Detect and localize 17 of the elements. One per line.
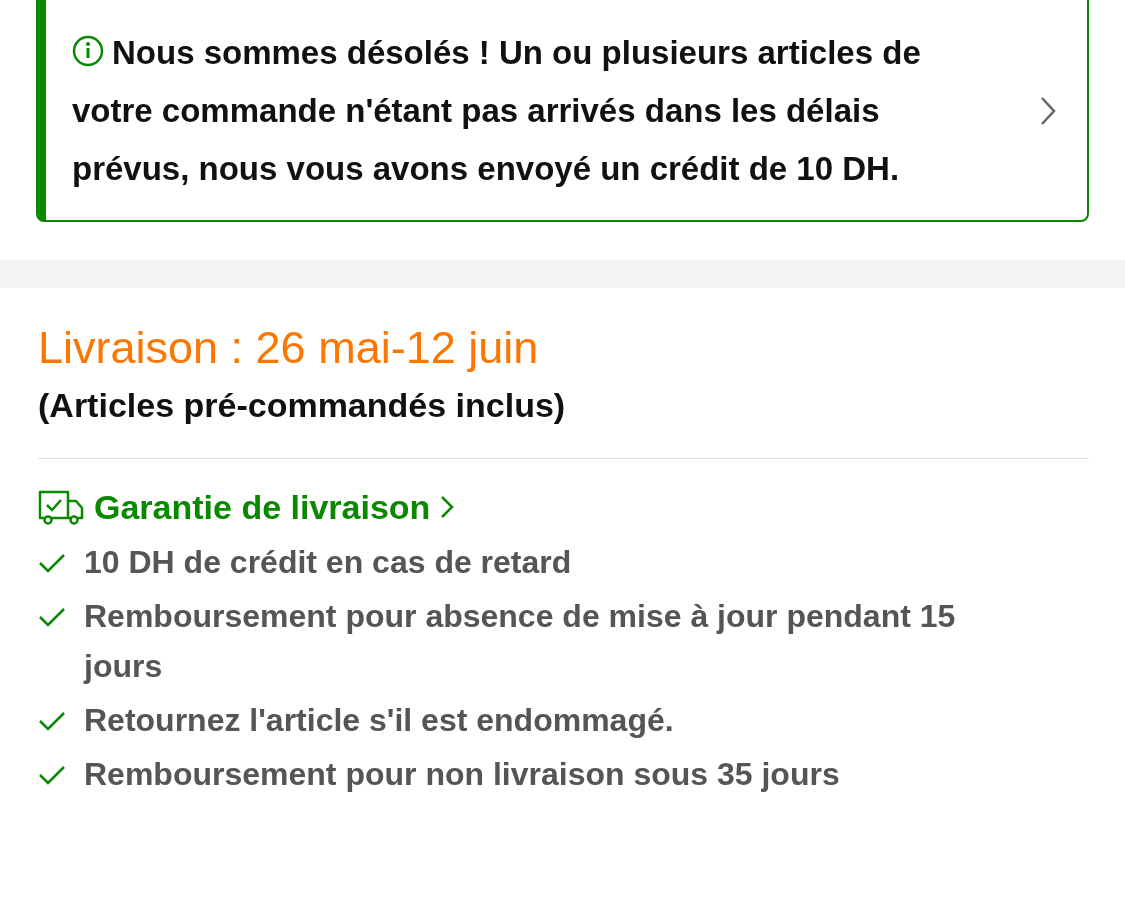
check-icon <box>38 765 66 785</box>
notice-text: Nous sommes désolés ! Un ou plusieurs articles de votre commande n'étant pas arrivés dans les délais prévus, nous vous avons envoyé un crédit de 10 DH. <box>72 33 922 189</box>
guarantee-item: Retournez l'article s'il est endommagé. <box>84 701 675 740</box>
guarantee-link[interactable]: Garantie de livraison <box>38 483 1087 531</box>
delivery-title: Livraison : 26 mai-12 juin <box>38 321 540 375</box>
guarantee-item: 10 DH de crédit en cas de retard <box>84 543 573 582</box>
chevron-right-icon <box>1039 95 1057 127</box>
check-icon <box>38 607 66 627</box>
delivery-subtitle: (Articles pré-commandés inclus) <box>38 385 567 426</box>
notice-card[interactable]: Nous sommes désolés ! Un ou plusieurs articles de votre commande n'étant pas arrivés dans les délais prévus, nous vous avons envoyé un crédit de 10 DH. <box>36 0 1089 222</box>
info-icon <box>72 35 104 67</box>
guarantee-item: Remboursement pour absence de mise à jour pendant 15 jours <box>84 597 957 686</box>
truck-icon <box>38 489 84 525</box>
chevron-right-icon <box>440 495 455 519</box>
check-icon <box>38 553 66 573</box>
guarantee-item: Remboursement pour non livraison sous 35 jours <box>84 755 841 794</box>
check-icon <box>38 711 66 731</box>
